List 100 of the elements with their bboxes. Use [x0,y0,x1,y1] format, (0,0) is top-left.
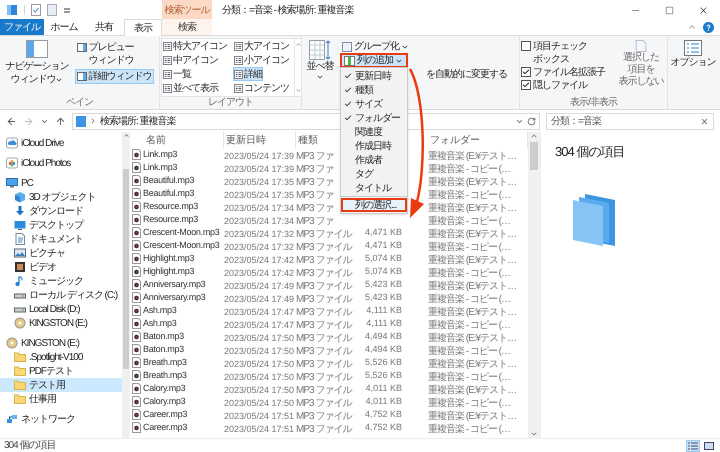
menu-item[interactable]: フォルダー [341,111,407,125]
ribbon-tab[interactable]: 共有 [84,19,124,35]
layout-option[interactable]: 一覧 [162,67,192,81]
refresh-icon[interactable] [527,116,536,126]
scrollbar[interactable] [528,132,540,438]
file-name[interactable]: Resource.mp3 [143,200,198,214]
nav-item[interactable]: ダウンロード [0,204,122,218]
file-name[interactable]: Crescent-Moon.mp3 [143,238,220,252]
properties-icon[interactable] [31,4,41,16]
file-name[interactable]: Link.mp3 [143,148,178,162]
nav-item[interactable]: ネットワーク [0,412,122,426]
file-name[interactable]: Career.mp3 [143,420,188,434]
column-header[interactable]: 更新日時 [226,132,266,148]
back-icon[interactable] [6,116,17,126]
search-field[interactable]: 分類：=音楽 [546,112,714,130]
pane-toggle[interactable]: プレビュー ウィンドウ [74,40,136,68]
file-name[interactable]: Crescent-Moon.mp3 [143,226,220,240]
menu-item[interactable]: 種類 [341,83,407,97]
nav-item[interactable]: 仕事用 [0,392,122,406]
options-button[interactable]: オプション [668,40,718,84]
file-name[interactable]: Beautiful.mp3 [143,174,194,188]
sort-button[interactable]: 並べ替 [302,40,338,88]
checkbox[interactable]: ファイル名拡張子 [521,66,605,79]
file-name[interactable]: Baton.mp3 [143,342,184,356]
layout-option[interactable]: 大アイコン [233,39,290,53]
choose-columns-item[interactable]: 列の選択... [341,198,407,212]
nav-item[interactable]: ローカル ディスク (C:) [0,288,122,302]
forward-icon[interactable] [23,116,34,126]
scroll-up-icon[interactable] [530,132,538,140]
nav-item[interactable]: PDFテスト [0,364,122,378]
file-name[interactable]: Calory.mp3 [143,394,186,408]
scroll-up-icon[interactable] [122,132,130,139]
nav-item[interactable]: ビデオ [0,260,122,274]
scroll-up-icon[interactable] [294,41,302,48]
nav-item[interactable]: KINGSTON (E:) [0,316,122,330]
large-icons-view-button[interactable] [702,440,716,452]
file-name[interactable]: Anniversary.mp3 [143,290,206,304]
nav-item[interactable]: PC [0,176,122,190]
menu-item[interactable]: 更新日時 [341,69,407,83]
menu-item[interactable]: タグ [341,167,407,181]
ribbon-tab[interactable]: ホーム [44,19,84,35]
menu-item[interactable]: タイトル [341,181,407,195]
menu-item[interactable]: 作成者 [341,153,407,167]
file-name[interactable]: Link.mp3 [143,160,178,174]
nav-item[interactable]: 3D オブジェクト [0,190,122,204]
folder-icon[interactable] [6,4,18,16]
autosize-columns-button[interactable]: を自動的に変更する [426,68,507,81]
navigation-pane-button[interactable]: ナビゲーション ウィンドウ [1,40,73,97]
file-name[interactable]: Baton.mp3 [143,330,184,344]
nav-item[interactable]: デスクトップ [0,218,122,232]
checkbox[interactable]: 項目チェック ボックス [521,40,587,66]
file-name[interactable]: Ash.mp3 [143,316,176,330]
help-icon[interactable] [703,22,714,32]
file-name[interactable]: Highlight.mp3 [143,264,194,278]
add-columns-button[interactable]: 列の追加 [340,53,408,68]
pane-toggle[interactable]: 詳細ウィンドウ [74,69,154,84]
new-document-icon[interactable] [47,4,57,16]
scrollbar-thumb[interactable] [530,142,538,170]
nav-item[interactable]: KINGSTON (E:) [0,336,122,350]
up-icon[interactable] [55,116,66,126]
scroll-down-icon[interactable] [530,430,538,438]
layout-option[interactable]: 特大アイコン [162,39,228,53]
checkbox[interactable]: 隠しファイル [521,79,587,92]
nav-item[interactable]: iCloud Drive [0,136,122,150]
nav-item[interactable]: テスト用 [0,378,122,392]
column-header[interactable]: 名前 [146,132,166,148]
clear-icon[interactable] [700,116,709,126]
file-name[interactable]: Highlight.mp3 [143,252,194,266]
nav-item[interactable]: ミュージック [0,274,122,288]
menu-item[interactable]: サイズ [341,97,407,111]
scrollbar[interactable] [122,132,130,438]
scroll-down-icon[interactable] [294,87,302,94]
nav-item[interactable]: .Spotlight-V100 [0,350,122,364]
column-header[interactable]: 種類 [298,132,318,148]
layout-option[interactable]: コンテンツ [233,81,290,95]
ribbon-tab[interactable]: ファイル [0,19,44,35]
details-view-button[interactable] [686,440,700,452]
nav-item[interactable]: ドキュメント [0,232,122,246]
menu-item[interactable]: 作成日時 [341,139,407,153]
file-name[interactable]: Beautiful.mp3 [143,186,194,200]
nav-item[interactable]: iCloud Photos [0,156,122,170]
layout-option[interactable]: 小アイコン [233,53,290,67]
scrollbar-thumb[interactable] [123,169,129,369]
hide-selected-button[interactable]: 選択した 項目を 表示しない [616,40,666,97]
layout-option[interactable]: 詳細 [233,67,263,81]
file-name[interactable]: Anniversary.mp3 [143,278,206,292]
ribbon-tab[interactable]: 表示 [124,19,162,36]
ribbon-tab[interactable]: 検索 [162,19,212,35]
file-name[interactable]: Resource.mp3 [143,212,198,226]
file-name[interactable]: Breath.mp3 [143,368,187,382]
file-name[interactable]: Ash.mp3 [143,304,176,318]
file-name[interactable]: Calory.mp3 [143,382,186,396]
file-name[interactable]: Career.mp3 [143,408,188,422]
nav-item[interactable]: Local Disk (D:) [0,302,122,316]
layout-option[interactable]: 中アイコン [162,53,219,67]
nav-item[interactable]: ピクチャ [0,246,122,260]
group-by-button[interactable]: グループ化 [340,40,411,53]
column-header[interactable]: フォルダー [430,132,480,148]
layout-option[interactable]: 並べて表示 [162,81,219,95]
file-name[interactable]: Breath.mp3 [143,356,187,370]
